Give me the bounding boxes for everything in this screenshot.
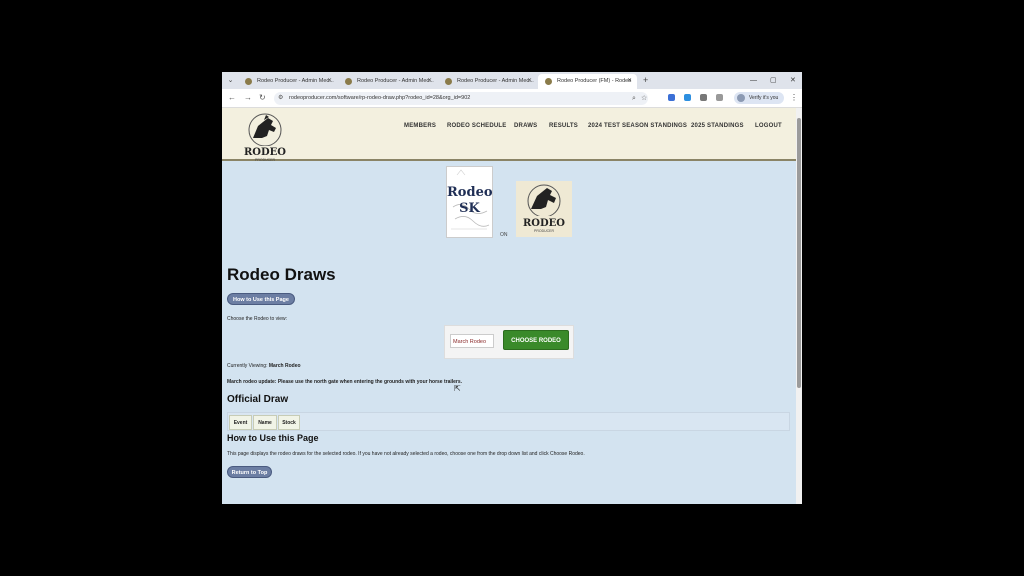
bookmark-star-icon[interactable]: ☆ (641, 92, 647, 105)
nav-results[interactable]: RESULTS (549, 123, 578, 129)
browser-tab-4-active[interactable]: Rodeo Producer (FM) - Rodeo ✕ (538, 74, 637, 89)
official-draw-heading: Official Draw (227, 394, 289, 405)
extension-icon[interactable] (684, 94, 691, 101)
tab-title: Rodeo Producer - Admin Mec... (257, 78, 334, 84)
tab-title: Rodeo Producer - Admin Mec... (457, 78, 534, 84)
official-draw-table: Event Name Stock (227, 412, 790, 431)
favicon-icon (545, 78, 552, 85)
extensions-puzzle-icon[interactable] (716, 94, 723, 101)
how-to-use-button[interactable]: How to Use this Page (227, 293, 295, 305)
browser-tab-1[interactable]: Rodeo Producer - Admin Mec... ✕ (238, 74, 337, 89)
nav-2024-test-season-standings[interactable]: 2024 TEST SEASON STANDINGS (588, 123, 687, 129)
new-tab-button[interactable]: + (643, 74, 648, 87)
choose-rodeo-button[interactable]: CHOOSE RODEO (503, 330, 569, 350)
rodeo-producer-logo[interactable]: RODEO PRODUCER (238, 112, 292, 166)
nav-logout[interactable]: LOGOUT (755, 123, 782, 129)
nav-rodeo-schedule[interactable]: RODEO SCHEDULE (447, 123, 506, 129)
extension-icon[interactable] (668, 94, 675, 101)
mouse-cursor-icon: ⇱ (454, 384, 461, 393)
profile-label: Verify it's you (749, 95, 779, 101)
page-viewport: RODEO PRODUCER MEMBERS RODEO SCHEDULE DR… (222, 108, 796, 504)
tab-title: Rodeo Producer - Admin Mec... (357, 78, 434, 84)
back-arrow-icon[interactable]: ← (228, 92, 236, 104)
browser-menu-icon[interactable]: ⋮ (790, 92, 798, 104)
favicon-icon (245, 78, 252, 85)
tab-bar: ⌄ Rodeo Producer - Admin Mec... ✕ Rodeo … (222, 72, 802, 89)
sponsor-line-2: SK (459, 201, 480, 216)
browser-tab-2[interactable]: Rodeo Producer - Admin Mec... ✕ (338, 74, 437, 89)
extension-icon[interactable] (700, 94, 707, 101)
url-text[interactable]: rodeoproducer.com/software/rp-rodeo-draw… (289, 92, 470, 105)
rodeo-chooser: March Rodeo CHOOSE RODEO (444, 325, 574, 359)
nav-draws[interactable]: DRAWS (514, 123, 537, 129)
tab-title: Rodeo Producer (FM) - Rodeo (557, 78, 632, 84)
close-tab-icon[interactable]: ✕ (327, 74, 332, 89)
profile-chip[interactable]: Verify it's you (734, 92, 784, 104)
table-header-name: Name (253, 415, 277, 430)
table-header-event: Event (229, 415, 252, 430)
site-header: RODEO PRODUCER MEMBERS RODEO SCHEDULE DR… (222, 108, 796, 162)
close-tab-icon[interactable]: ✕ (527, 74, 532, 89)
zoom-icon[interactable]: ⌕ (632, 92, 636, 105)
page-scrollbar[interactable] (796, 108, 802, 504)
avatar (737, 94, 745, 102)
return-to-top-button[interactable]: Return to Top (227, 466, 272, 478)
how-to-use-text: This page displays the rodeo draws for t… (227, 451, 585, 457)
favicon-icon (445, 78, 452, 85)
rodeo-select[interactable]: March Rodeo (450, 334, 494, 348)
maximize-button[interactable]: ▢ (770, 74, 777, 87)
how-to-use-heading: How to Use this Page (227, 433, 319, 443)
logo-subtext: PRODUCER (255, 158, 276, 162)
address-bar[interactable]: ⚙ rodeoproducer.com/software/rp-rodeo-dr… (274, 92, 648, 105)
nav-members[interactable]: MEMBERS (404, 123, 436, 129)
nav-2025-standings[interactable]: 2025 STANDINGS (691, 123, 744, 129)
logo-text: RODEO (523, 218, 565, 229)
tab-search-icon[interactable]: ⌄ (226, 76, 235, 85)
sponsor-line-1: Rodeo (447, 185, 493, 200)
browser-window: ⌄ Rodeo Producer - Admin Mec... ✕ Rodeo … (222, 72, 802, 504)
rodeo-update-notice: March rodeo update: Please use the north… (227, 379, 463, 385)
logo-text: RODEO (244, 147, 286, 158)
currently-viewing: Currently Viewing: March Rodeo (227, 363, 301, 369)
close-tab-icon[interactable]: ✕ (627, 74, 632, 89)
rodeo-producer-logo-large: RODEO PRODUCER (516, 181, 572, 237)
favicon-icon (345, 78, 352, 85)
browser-tab-3[interactable]: Rodeo Producer - Admin Mec... ✕ (438, 74, 537, 89)
minimize-button[interactable]: — (750, 74, 757, 87)
logo-subtext: PRODUCER (534, 229, 555, 233)
scrollbar-thumb[interactable] (797, 118, 801, 388)
close-window-button[interactable]: ✕ (790, 74, 796, 87)
reload-icon[interactable]: ↻ (259, 92, 266, 104)
close-tab-icon[interactable]: ✕ (427, 74, 432, 89)
sponsor-rodeo-sk-image: Rodeo SK (446, 166, 493, 238)
browser-toolbar: ← → ↻ ⚙ rodeoproducer.com/software/rp-ro… (222, 89, 802, 108)
sponsor-on-label: ON (500, 232, 508, 238)
site-info-icon[interactable]: ⚙ (278, 93, 283, 104)
currently-viewing-label: Currently Viewing: (227, 363, 268, 369)
choose-rodeo-label: Choose the Rodeo to view: (227, 316, 288, 322)
page-title: Rodeo Draws (227, 265, 336, 284)
currently-viewing-value: March Rodeo (268, 363, 301, 369)
forward-arrow-icon[interactable]: → (244, 92, 252, 104)
table-header-stock: Stock (278, 415, 300, 430)
